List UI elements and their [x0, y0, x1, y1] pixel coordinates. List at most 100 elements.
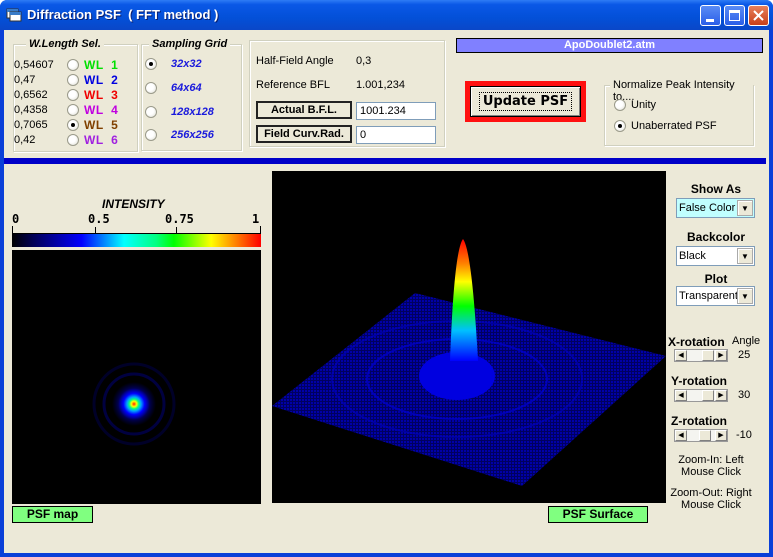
z-rotation-scrollbar[interactable]: ◀ ▶: [674, 429, 728, 442]
field-curv-input[interactable]: 0: [356, 126, 436, 144]
sampling-radio[interactable]: [145, 106, 157, 118]
y-rotation-value: 30: [738, 389, 751, 401]
surface-peak: [450, 239, 478, 361]
sampling-option[interactable]: 64x64: [145, 81, 202, 95]
y-rotation-scrollbar[interactable]: ◀ ▶: [674, 389, 728, 402]
wavelength-label: WL 4: [84, 103, 119, 117]
wavelength-radio[interactable]: [67, 89, 79, 101]
psf-map-label: PSF map: [12, 506, 93, 523]
sampling-label: 64x64: [171, 82, 202, 94]
update-psf-button[interactable]: Update PSF: [470, 86, 581, 117]
chevron-down-icon[interactable]: ▼: [737, 200, 753, 216]
zoom-in-note-line: Zoom-In: Left: [678, 454, 744, 466]
actual-bfl-input[interactable]: 1001.234: [356, 102, 436, 120]
sampling-radio[interactable]: [145, 82, 157, 94]
sampling-option[interactable]: 32x32: [145, 57, 202, 71]
wavelength-item[interactable]: 0,42 WL 6: [14, 133, 138, 147]
sampling-radio[interactable]: [145, 58, 157, 70]
zoom-in-note: Zoom-In: Left Mouse Click: [661, 454, 761, 478]
psf-surface-label: PSF Surface: [548, 506, 648, 523]
normalize-radio[interactable]: [614, 120, 626, 132]
client-area: W.Length Sel. 0,54607 WL 1 0,47 WL 2 0,6…: [4, 30, 769, 553]
wavelength-radio[interactable]: [67, 59, 79, 71]
minimize-button[interactable]: [700, 5, 721, 26]
zoom-in-note-line: Mouse Click: [681, 466, 741, 478]
scroll-thumb[interactable]: [702, 350, 714, 361]
scroll-left-icon[interactable]: ◀: [675, 350, 687, 361]
scroll-thumb[interactable]: [699, 430, 711, 441]
sampling-label: 32x32: [171, 58, 202, 70]
backcolor-dropdown[interactable]: Black ▼: [676, 246, 755, 266]
scroll-right-icon[interactable]: ▶: [715, 390, 727, 401]
field-curv-button[interactable]: Field Curv.Rad.: [256, 125, 352, 143]
wavelength-item[interactable]: 0,7065 WL 5: [14, 118, 138, 132]
update-psf-label: Update PSF: [478, 92, 573, 111]
sampling-radio[interactable]: [145, 129, 157, 141]
reference-bfl-label: Reference BFL: [256, 79, 330, 91]
sampling-grid-legend: Sampling Grid: [149, 38, 231, 50]
actual-bfl-button[interactable]: Actual B.F.L.: [256, 101, 352, 119]
sampling-label: 256x256: [171, 129, 214, 141]
wavelength-radio[interactable]: [67, 74, 79, 86]
scroll-left-icon[interactable]: ◀: [675, 430, 687, 441]
wavelength-list: 0,54607 WL 1 0,47 WL 2 0,6562 WL 3 0,435…: [14, 58, 138, 153]
wavelength-radio[interactable]: [67, 104, 79, 116]
plot-dropdown[interactable]: Transparent ▼: [676, 286, 755, 306]
chevron-down-icon[interactable]: ▼: [737, 248, 753, 264]
colorbar-tick-label: 0.5: [88, 212, 110, 226]
scroll-left-icon[interactable]: ◀: [675, 390, 687, 401]
show-as-title: Show As: [690, 182, 742, 196]
wavelength-radio[interactable]: [67, 134, 79, 146]
separator-bar: [4, 158, 766, 164]
normalize-label: Unaberrated PSF: [631, 120, 717, 132]
wavelength-value: 0,7065: [14, 119, 48, 131]
colorbar-tick-label: 0: [12, 212, 20, 226]
colorbar-tick-label: 1: [252, 212, 260, 226]
psf-surface-plot: [272, 239, 666, 486]
colorbar-tick-label: 0.75: [165, 212, 194, 226]
psf-surface-view[interactable]: [272, 171, 666, 503]
title-bar[interactable]: Diffraction PSF ( FFT method ): [0, 0, 773, 30]
normalize-option-unity[interactable]: Unity: [614, 98, 656, 112]
psf-map-view[interactable]: [12, 250, 261, 504]
y-rotation-label: Y-rotation: [671, 374, 727, 388]
sampling-option[interactable]: 128x128: [145, 105, 214, 119]
colorbar-title: INTENSITY: [102, 197, 165, 211]
wavelength-value: 0,42: [14, 134, 36, 146]
wavelength-value: 0,4358: [14, 104, 48, 116]
normalize-radio[interactable]: [614, 99, 626, 111]
x-rotation-scrollbar[interactable]: ◀ ▶: [674, 349, 728, 362]
wavelength-item[interactable]: 0,47 WL 2: [14, 73, 138, 87]
intensity-colorbar: [12, 233, 261, 247]
wavelength-item[interactable]: 0,6562 WL 3: [14, 88, 138, 102]
wavelength-radio[interactable]: [67, 119, 79, 131]
close-button[interactable]: [748, 5, 769, 26]
sampling-label: 128x128: [171, 106, 214, 118]
window-title: Diffraction PSF ( FFT method ): [27, 7, 219, 22]
x-rotation-value: 25: [738, 349, 751, 361]
scroll-thumb[interactable]: [702, 390, 714, 401]
wavelength-item[interactable]: 0,4358 WL 4: [14, 103, 138, 117]
sampling-option[interactable]: 256x256: [145, 128, 214, 142]
normalize-label: Unity: [631, 99, 657, 111]
psf-map-image: [92, 362, 176, 446]
maximize-icon: [729, 10, 740, 21]
scroll-right-icon[interactable]: ▶: [715, 350, 727, 361]
plot-title: Plot: [704, 272, 728, 286]
wavelength-label: WL 1: [84, 58, 119, 72]
show-as-dropdown[interactable]: False Color ▼: [676, 198, 755, 218]
z-rotation-value: -10: [736, 429, 752, 441]
wavelength-label: WL 2: [84, 73, 119, 87]
normalize-group: Normalize Peak Intensity to....: [604, 79, 754, 146]
wavelength-item[interactable]: 0,54607 WL 1: [14, 58, 138, 72]
wavelength-label: WL 5: [84, 118, 119, 132]
maximize-button[interactable]: [724, 5, 745, 26]
chevron-down-icon[interactable]: ▼: [737, 288, 753, 304]
zoom-out-note-line: Zoom-Out: Right: [670, 487, 752, 499]
airy-disk: [112, 382, 156, 426]
normalize-option-unaberrated[interactable]: Unaberrated PSF: [614, 119, 717, 133]
wavelength-select-legend: W.Length Sel.: [26, 38, 104, 50]
scroll-right-icon[interactable]: ▶: [715, 430, 727, 441]
close-icon: [753, 10, 764, 21]
update-highlight: Update PSF: [465, 81, 586, 122]
